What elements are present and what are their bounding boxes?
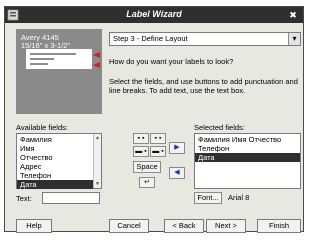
next-button[interactable]: Next >	[206, 219, 246, 233]
font-button[interactable]: Font...	[194, 192, 222, 204]
text-input[interactable]	[42, 192, 100, 204]
preview-label-card	[26, 49, 92, 69]
available-field-item[interactable]: Дата	[17, 180, 93, 189]
punctuation-button[interactable]: ▬ ▪	[133, 146, 149, 157]
available-field-item[interactable]: Телефон	[17, 171, 93, 180]
available-field-item[interactable]: Фамилия	[17, 135, 93, 144]
arrow-icon	[93, 52, 100, 58]
step-dropdown[interactable]: Step 3 - Define Layout ▾	[109, 32, 301, 46]
close-button[interactable]: ✖	[286, 9, 300, 21]
available-fields-list[interactable]: Фамилия Имя Отчество Адрес Телефон Дата ▲ ▼	[16, 133, 102, 189]
chevron-down-icon[interactable]: ▾	[288, 33, 300, 45]
selected-field-item[interactable]: Фамилия Имя Отчество	[195, 135, 300, 144]
help-button[interactable]: Help	[16, 219, 52, 233]
selected-field-item-items: Фамилия Имя Отчество Телефон Дата	[195, 134, 300, 162]
newline-button[interactable]: ↵	[139, 177, 155, 188]
window-title: Label Wizard	[126, 9, 182, 19]
cancel-button[interactable]: Cancel	[109, 219, 149, 233]
label-preview: Avery 4145 15/16" x 3-1/2"	[16, 29, 102, 114]
selected-field-item[interactable]: Дата	[195, 153, 300, 162]
selected-fields-list[interactable]: Фамилия Имя Отчество Телефон Дата	[194, 133, 301, 189]
instructions-text: Select the fields, and use buttons to ad…	[109, 77, 298, 95]
add-field-button[interactable]: ▶	[169, 142, 185, 154]
font-info: Arial 8	[228, 193, 250, 202]
scroll-down-icon[interactable]: ▼	[94, 180, 101, 188]
available-field-item[interactable]: Отчество	[17, 153, 93, 162]
punctuation-button[interactable]: ▬ ▪	[150, 146, 166, 157]
text-label: Text:	[16, 194, 32, 203]
selected-field-item[interactable]: Телефон	[195, 144, 300, 153]
back-button[interactable]: < Back	[164, 219, 204, 233]
scrollbar[interactable]: ▲ ▼	[93, 134, 101, 188]
available-field-item[interactable]: Адрес	[17, 162, 93, 171]
space-button[interactable]: Space	[133, 161, 161, 173]
punctuation-button[interactable]: ▪ ▪	[133, 133, 149, 144]
scroll-up-icon[interactable]: ▲	[94, 134, 101, 142]
finish-button[interactable]: Finish	[257, 219, 301, 233]
available-field-item-items: Фамилия Имя Отчество Адрес Телефон Дата	[17, 134, 101, 189]
question-text: How do you want your labels to look?	[109, 57, 234, 66]
available-fields-label: Available fields:	[16, 123, 68, 132]
selected-fields-label: Selected fields:	[194, 123, 245, 132]
step-dropdown-value: Step 3 - Define Layout	[113, 34, 188, 43]
label-wizard-dialog: Label Wizard ✖ Avery 4145 15/16" x 3-1/2…	[4, 6, 304, 233]
title-bar[interactable]: Label Wizard ✖	[5, 7, 303, 23]
remove-field-button[interactable]: ◀	[169, 167, 185, 179]
punctuation-button[interactable]: ▪ ▪	[150, 133, 166, 144]
available-field-item[interactable]: Имя	[17, 144, 93, 153]
arrow-icon	[93, 62, 100, 68]
